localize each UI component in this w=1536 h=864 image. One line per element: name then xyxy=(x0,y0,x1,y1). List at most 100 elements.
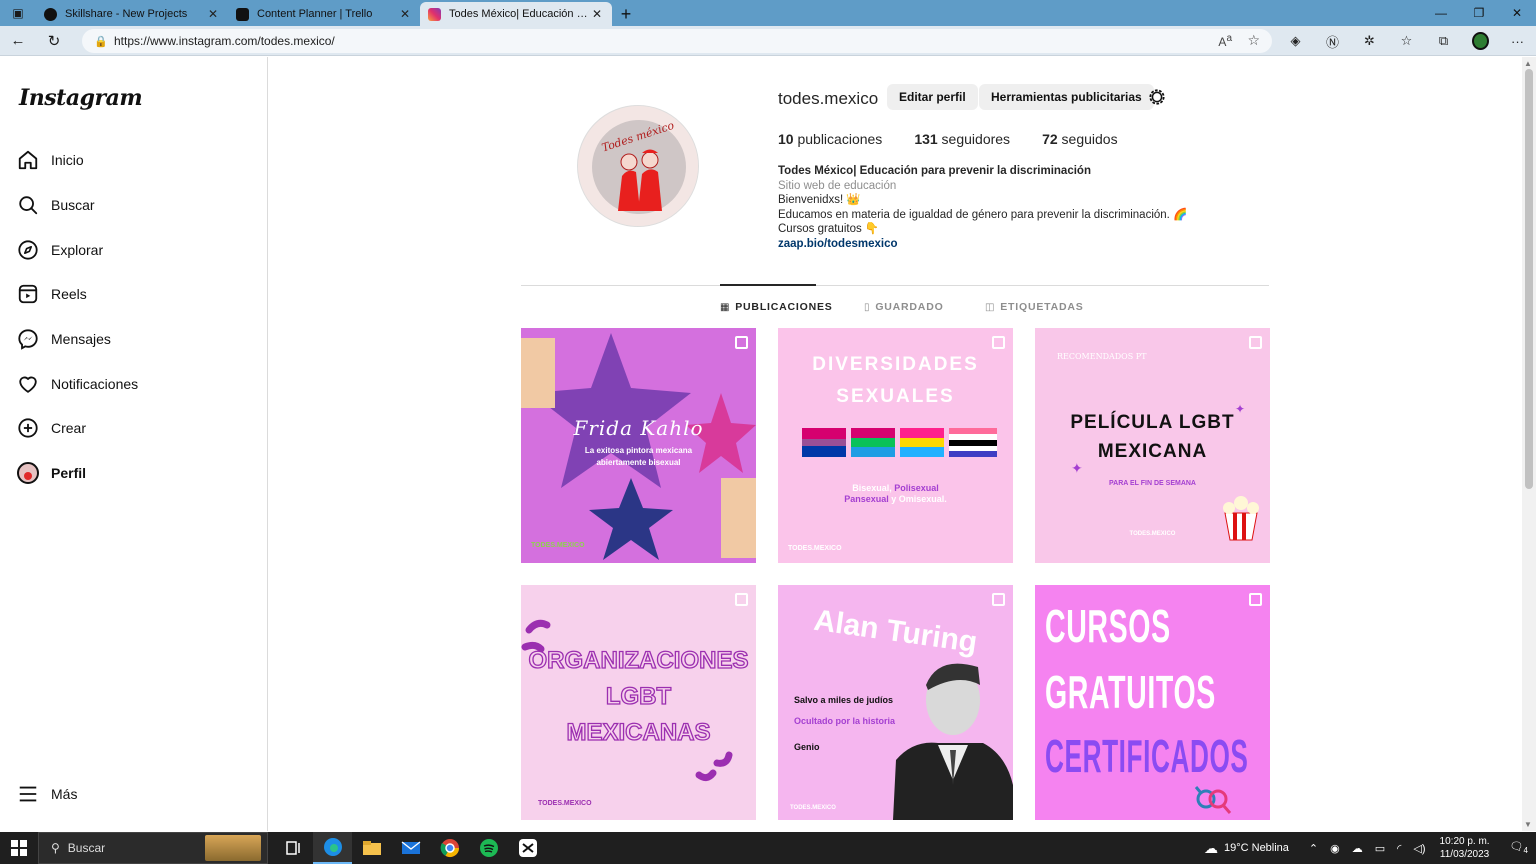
notification-center-icon[interactable]: 🗨4 xyxy=(1510,840,1528,855)
bio-line: Bienvenidxs! 👑 xyxy=(778,194,861,206)
grid-icon: ▦ xyxy=(720,301,731,313)
avatar xyxy=(17,462,39,484)
tab-etiquetadas[interactable]: ◫ ETIQUETADAS xyxy=(985,301,1084,313)
profile-picture[interactable]: Todes méxico xyxy=(577,105,699,227)
add-favorite-icon[interactable]: ☆ xyxy=(1247,32,1260,49)
new-tab-button[interactable]: + xyxy=(612,2,640,26)
nav-label: Crear xyxy=(51,420,87,436)
edit-profile-button[interactable]: Editar perfil xyxy=(887,84,978,110)
nav-notificaciones[interactable]: Notificaciones xyxy=(17,369,138,399)
tab-actions-icon[interactable]: ▣ xyxy=(0,0,36,26)
spotify-app-icon[interactable] xyxy=(469,832,508,864)
nav-inicio[interactable]: Inicio xyxy=(17,145,84,175)
scroll-thumb[interactable] xyxy=(1525,69,1533,489)
weather-widget[interactable]: ☁ 19°C Neblina xyxy=(1204,840,1289,857)
tab-label: Todes México| Educación para pr xyxy=(449,8,590,20)
profile-avatar[interactable] xyxy=(1462,26,1499,56)
mail-app-icon[interactable] xyxy=(391,832,430,864)
wifi-icon[interactable]: ◜ xyxy=(1397,842,1401,855)
restore-icon[interactable]: ❐ xyxy=(1460,0,1498,26)
post-text: Ocultado por la historia xyxy=(794,716,896,726)
browser-tab-instagram[interactable]: Todes México| Educación para pr ✕ xyxy=(420,2,612,26)
refresh-button[interactable]: ↻ xyxy=(36,26,72,56)
post-title: Frida Kahlo xyxy=(573,416,704,440)
settings-gear-icon[interactable] xyxy=(1147,87,1167,107)
post-cursos-gratuitos[interactable]: CURSOS GRATUITOS CERTIFICADOS xyxy=(1035,585,1270,820)
instagram-favicon-icon xyxy=(428,7,441,21)
post-text: Bisexual, Polisexual xyxy=(852,483,939,493)
page-scrollbar[interactable]: ▲ ▼ xyxy=(1522,57,1536,831)
carousel-icon xyxy=(992,593,1005,606)
nav-label: Inicio xyxy=(51,152,84,168)
browser-tab-skillshare[interactable]: Skillshare - New Projects ✕ xyxy=(36,2,228,26)
profile-picture-art: Todes méxico xyxy=(578,106,698,226)
post-footer: TODES.MEXICO xyxy=(538,800,592,807)
task-view-icon[interactable] xyxy=(274,832,313,864)
meet-now-icon[interactable]: ◉ xyxy=(1330,842,1340,855)
nav-reels[interactable]: Reels xyxy=(17,279,87,309)
display-icon[interactable]: ▭ xyxy=(1375,842,1385,855)
post-organizaciones-lgbt[interactable]: ORGANIZACIONES LGBT MEXICANAS TODES.MEXI… xyxy=(521,585,756,820)
nav-mas[interactable]: Más xyxy=(17,779,77,809)
scroll-up-icon[interactable]: ▲ xyxy=(1524,59,1532,68)
post-pelicula-lgbt[interactable]: RECOMENDADOS PT PELÍCULA LGBT MEXICANA P… xyxy=(1035,328,1270,563)
post-footer: TODES.MEXICO xyxy=(531,542,585,549)
close-window-icon[interactable]: ✕ xyxy=(1498,0,1536,26)
instagram-sidebar: Instagram Inicio Buscar Explorar Reels M… xyxy=(0,57,268,831)
nav-label: Perfil xyxy=(51,465,87,481)
ad-tools-button[interactable]: Herramientas publicitarias xyxy=(979,84,1154,110)
nav-label: Mensajes xyxy=(51,331,111,347)
nav-perfil[interactable]: Perfil xyxy=(17,458,86,488)
read-aloud-icon[interactable]: Aa xyxy=(1218,33,1232,49)
instagram-logo[interactable]: Instagram xyxy=(19,85,143,111)
post-diversidades-sexuales[interactable]: DIVERSIDADES SEXUALES Bisexual, Polisexu… xyxy=(778,328,1013,563)
carousel-icon xyxy=(1249,593,1262,606)
windows-start-icon[interactable] xyxy=(0,832,38,864)
post-title: MEXICANAS xyxy=(566,718,711,746)
browser-tab-trello[interactable]: Content Planner | Trello ✕ xyxy=(228,2,420,26)
nav-explorar[interactable]: Explorar xyxy=(17,235,103,265)
window-controls: — ❐ ✕ xyxy=(1422,0,1536,26)
post-alan-turing[interactable]: Alan Turing Salvo a miles de judíos Ocul… xyxy=(778,585,1013,820)
edge-app-icon[interactable] xyxy=(313,832,352,864)
lock-icon: 🔒 xyxy=(94,35,108,48)
onedrive-icon[interactable]: ☁ xyxy=(1352,842,1363,855)
posts-count[interactable]: 10 publicaciones xyxy=(778,131,882,147)
close-tab-icon[interactable]: ✕ xyxy=(206,7,220,21)
close-tab-icon[interactable]: ✕ xyxy=(398,7,412,21)
nav-crear[interactable]: Crear xyxy=(17,413,86,443)
scroll-down-icon[interactable]: ▼ xyxy=(1524,820,1532,829)
volume-icon[interactable]: ◁) xyxy=(1413,842,1425,855)
tab-guardado[interactable]: ▯ GUARDADO xyxy=(864,301,944,313)
nav-buscar[interactable]: Buscar xyxy=(17,190,95,220)
following-count[interactable]: 72 seguidos xyxy=(1042,131,1118,147)
capcut-app-icon[interactable] xyxy=(508,832,547,864)
carousel-icon xyxy=(735,593,748,606)
reels-icon xyxy=(17,283,39,305)
post-frida-kahlo[interactable]: Frida Kahlo La exitosa pintora mexicana … xyxy=(521,328,756,563)
post-subtitle: La exitosa pintora mexicana xyxy=(584,446,693,455)
nav-mensajes[interactable]: Mensajes xyxy=(17,324,111,354)
minimize-icon[interactable]: — xyxy=(1422,0,1460,26)
url-field[interactable]: 🔒 https://www.instagram.com/todes.mexico… xyxy=(82,29,1272,53)
post-footer: TODES.MEXICO xyxy=(1129,531,1176,537)
chrome-app-icon[interactable] xyxy=(430,832,469,864)
profile-main: Todes méxico todes.mexico Editar perfil … xyxy=(269,57,1522,831)
collections-icon[interactable]: ⧉ xyxy=(1425,26,1462,56)
favorites-icon[interactable]: ☆ xyxy=(1388,26,1425,56)
chevron-up-icon[interactable]: ⌃ xyxy=(1309,842,1318,855)
close-tab-icon[interactable]: ✕ xyxy=(590,7,604,21)
tab-publicaciones[interactable]: ▦ PUBLICACIONES xyxy=(720,301,833,313)
followers-count[interactable]: 131 seguidores xyxy=(914,131,1010,147)
file-explorer-icon[interactable] xyxy=(352,832,391,864)
taskbar-search[interactable]: ⚲ Buscar xyxy=(38,832,268,864)
extensions-puzzle-icon[interactable]: ✲ xyxy=(1351,26,1388,56)
bio-link[interactable]: zaap.bio/todesmexico xyxy=(778,237,1187,252)
back-button[interactable]: ← xyxy=(0,26,36,56)
search-highlight-image xyxy=(205,835,261,861)
extension-icon[interactable]: ◈ xyxy=(1277,26,1314,56)
system-clock[interactable]: 10:20 p. m. 11/03/2023 xyxy=(1440,835,1490,861)
more-options-icon[interactable]: ··· xyxy=(1499,26,1536,56)
nav-label: Buscar xyxy=(51,197,95,213)
notion-icon[interactable]: Ⓝ xyxy=(1314,26,1351,56)
